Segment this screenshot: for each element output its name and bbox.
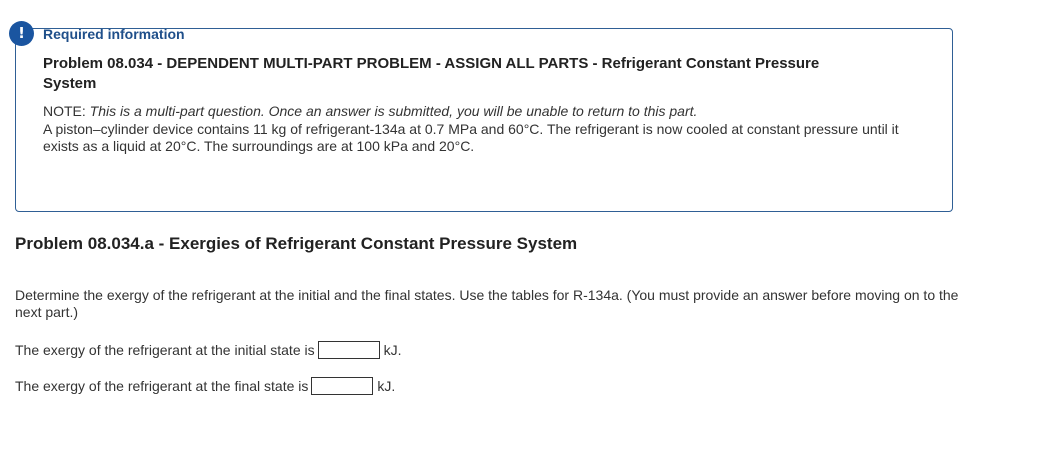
- initial-exergy-prompt: The exergy of the refrigerant at the ini…: [15, 342, 315, 358]
- part-instructions: Determine the exergy of the refrigerant …: [15, 287, 959, 320]
- required-info-heading: Required information: [43, 26, 185, 42]
- note-label: NOTE:: [43, 103, 90, 119]
- final-exergy-input[interactable]: [311, 377, 374, 395]
- answer-row-initial: The exergy of the refrigerant at the ini…: [15, 340, 402, 360]
- problem-description: A piston–cylinder device contains 11 kg …: [43, 121, 899, 154]
- problem-title: Problem 08.034 - DEPENDENT MULTI-PART PR…: [43, 55, 820, 92]
- final-exergy-unit: kJ.: [377, 378, 396, 394]
- initial-exergy-input[interactable]: [317, 341, 380, 359]
- initial-exergy-unit: kJ.: [383, 342, 402, 358]
- part-title: Problem 08.034.a - Exergies of Refrigera…: [15, 234, 578, 253]
- answer-row-final: The exergy of the refrigerant at the fin…: [15, 376, 395, 396]
- exclamation-icon: !: [9, 21, 34, 46]
- page: ! Required information Problem 08.034 - …: [0, 0, 1057, 472]
- note-line: NOTE: This is a multi-part question. Onc…: [43, 103, 697, 120]
- note-text: This is a multi-part question. Once an a…: [89, 103, 698, 119]
- final-exergy-prompt: The exergy of the refrigerant at the fin…: [15, 378, 309, 394]
